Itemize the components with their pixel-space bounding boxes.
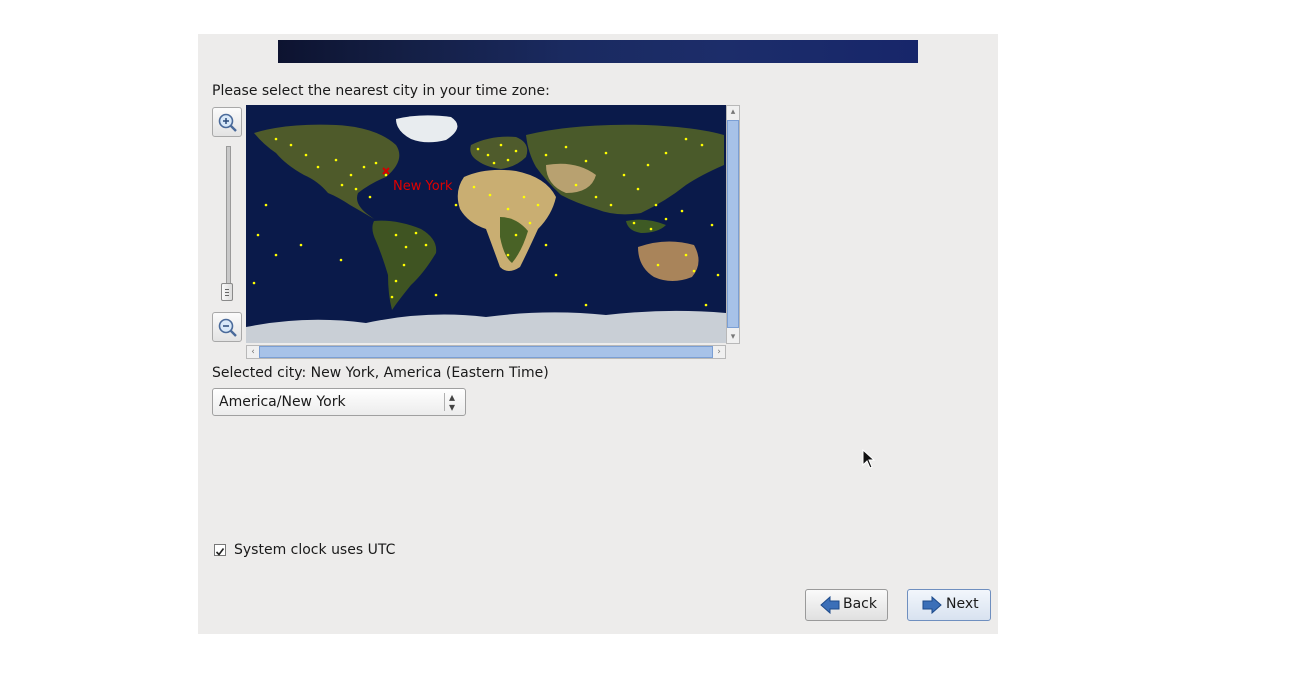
map-horizontal-scroll-thumb[interactable] [259, 346, 713, 358]
zoom-out-button[interactable] [212, 312, 242, 342]
map-vertical-scroll-thumb[interactable] [727, 120, 739, 328]
back-arrow-icon [820, 596, 840, 614]
timezone-panel: Please select the nearest city in your t… [198, 34, 998, 634]
zoom-slider-track[interactable] [226, 146, 231, 298]
checkmark-icon [215, 548, 225, 556]
utc-checkbox-label[interactable]: System clock uses UTC [234, 542, 395, 558]
scroll-right-icon[interactable]: › [713, 346, 725, 358]
select-chevron-icon: ▴ ▾ [449, 390, 456, 414]
back-button-label: Back [843, 596, 877, 612]
next-arrow-icon [922, 596, 942, 614]
world-map[interactable]: New York [246, 105, 726, 343]
back-button[interactable]: Back [805, 589, 888, 621]
map-vertical-scrollbar[interactable]: ▴ ▾ [726, 105, 740, 344]
timezone-prompt: Please select the nearest city in your t… [212, 83, 550, 99]
scroll-left-icon[interactable]: ‹ [247, 346, 259, 358]
zoom-slider-handle[interactable] [221, 283, 233, 301]
scroll-up-icon[interactable]: ▴ [727, 106, 739, 118]
zoom-in-icon [218, 113, 237, 132]
map-marker-label: New York [393, 179, 453, 194]
zoom-in-button[interactable] [212, 107, 242, 137]
map-horizontal-scrollbar[interactable]: ‹ › [246, 345, 726, 359]
scroll-down-icon[interactable]: ▾ [727, 331, 739, 343]
world-map-image: New York [246, 105, 726, 343]
next-button-label: Next [946, 596, 979, 612]
utc-checkbox[interactable] [214, 544, 226, 556]
next-button[interactable]: Next [907, 589, 991, 621]
zoom-out-icon [218, 318, 237, 337]
select-separator [444, 393, 445, 411]
timezone-select-value: America/New York [219, 394, 346, 410]
selected-city-text: Selected city: New York, America (Easter… [212, 365, 549, 381]
mouse-pointer-icon [862, 449, 876, 469]
header-banner [278, 40, 918, 63]
timezone-select[interactable]: America/New York ▴ ▾ [212, 388, 466, 416]
